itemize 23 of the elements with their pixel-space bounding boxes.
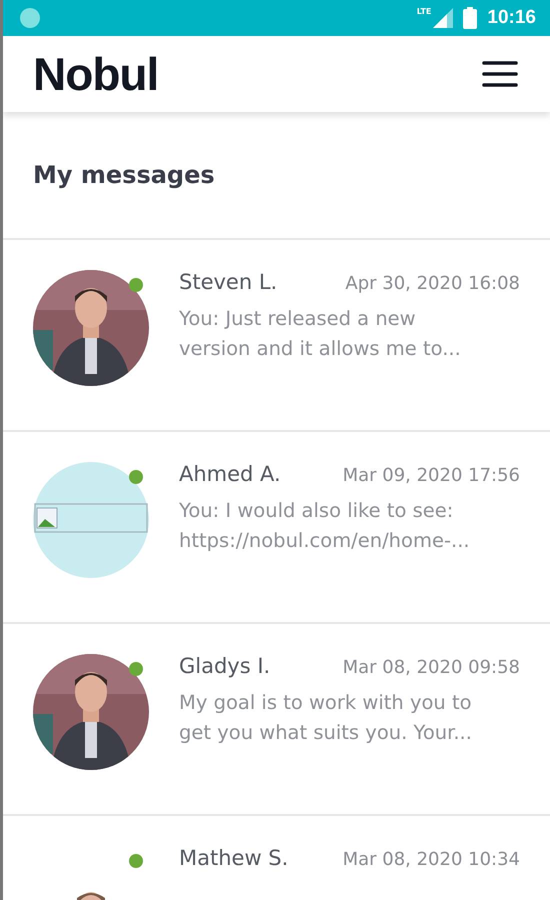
message-preview: You: I would also like to see: https://nobul.com/en/home-... (179, 498, 471, 554)
message-row[interactable]: Ahmed A. Mar 09, 2020 17:56 You: I would also like to see: https://nobul.com/en/home-... (3, 432, 550, 624)
contact-name: Gladys I. (179, 654, 270, 678)
message-preview: My goal is to work with you to get you what suits you. Your... (179, 690, 473, 746)
message-row[interactable]: Steven L. Apr 30, 2020 16:08 You: Just released a new version and it allows me to... (3, 240, 550, 432)
message-date: Mar 08, 2020 09:58 (342, 657, 520, 678)
clock: 10:16 (487, 7, 536, 29)
network-type: LTE (416, 7, 432, 16)
logo[interactable]: Nobul (33, 47, 158, 101)
contact-name: Ahmed A. (179, 462, 281, 486)
signal-icon (433, 8, 454, 28)
message-date: Mar 09, 2020 17:56 (342, 465, 520, 486)
message-date: Mar 08, 2020 10:34 (342, 849, 520, 870)
page-title: My messages (33, 161, 215, 189)
status-circle-icon (19, 7, 41, 29)
message-row[interactable]: Gladys I. Mar 08, 2020 09:58 My goal is to work with you to get you what suits you. Your... (3, 624, 550, 816)
menu-icon (482, 60, 518, 88)
message-date: Apr 30, 2020 16:08 (345, 273, 520, 294)
contact-name: Steven L. (179, 270, 278, 294)
battery-icon (463, 7, 478, 29)
message-preview: You: Just released a new version and it allows me to... (179, 306, 462, 362)
contact-name: Mathew S. (179, 846, 288, 870)
message-row[interactable]: Mathew S. Mar 08, 2020 10:34 (3, 816, 550, 900)
